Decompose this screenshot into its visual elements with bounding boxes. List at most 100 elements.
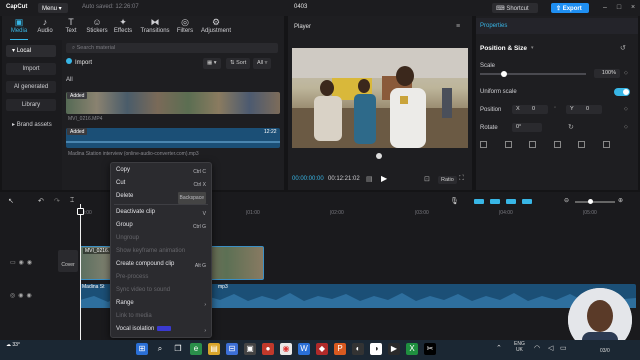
scale-value-field[interactable]: 100% — [594, 69, 620, 78]
playhead-handle[interactable] — [77, 208, 84, 215]
app-icon[interactable]: ● — [262, 343, 274, 355]
import-button[interactable]: Import — [66, 58, 92, 66]
audio-track-controls[interactable]: ◎◉◉ — [10, 292, 35, 299]
export-button[interactable]: ⇪ Export — [551, 3, 589, 13]
redo-icon[interactable]: ↷ — [54, 197, 60, 205]
edge-icon[interactable]: e — [190, 343, 202, 355]
play-icon[interactable]: ▶ — [381, 174, 387, 183]
language-indicator[interactable]: ENG UK — [514, 341, 525, 353]
app-icon[interactable]: ◆ — [316, 343, 328, 355]
keyframe-icon[interactable]: ◇ — [624, 106, 628, 112]
app-icon[interactable]: ▣ — [244, 343, 256, 355]
tab-effects[interactable]: ✦ Effects — [110, 17, 136, 39]
zoom-out-icon[interactable]: ⊖ — [564, 197, 569, 204]
zoom-in-icon[interactable]: ⊕ — [618, 197, 623, 204]
align-top-icon[interactable] — [553, 141, 561, 148]
keyframe-icon[interactable]: ◇ — [624, 124, 628, 130]
weather-widget[interactable]: ☁ 33° — [6, 342, 20, 348]
position-y-field[interactable]: Y0 — [566, 105, 602, 114]
menu-item-range[interactable]: Range › — [114, 297, 208, 309]
link-clips-icon[interactable] — [474, 199, 484, 204]
menu-item-cut[interactable]: Cut Ctrl X — [114, 177, 208, 189]
menu-item-group[interactable]: Group Ctrl G — [114, 219, 208, 231]
align-right-icon[interactable] — [529, 141, 537, 148]
playhead[interactable] — [80, 204, 81, 340]
tab-adjustment[interactable]: ⚙ Adjustment — [198, 17, 234, 39]
capcut-taskbar-icon[interactable]: ✂ — [424, 343, 436, 355]
app-icon[interactable]: ◑ — [370, 343, 382, 355]
view-toggle-button[interactable]: ▦ ▾ — [203, 58, 221, 69]
cover-button[interactable]: Cover — [58, 250, 78, 272]
video-track-controls[interactable]: ▭◉◉ — [10, 259, 35, 266]
tray-chevron-icon[interactable]: ⌃ — [496, 344, 502, 352]
close-icon[interactable]: × — [628, 3, 638, 13]
magnet-icon[interactable] — [490, 199, 500, 204]
timecode-list-icon[interactable]: ▤ — [366, 175, 373, 183]
sidebar-item-library[interactable]: Library — [6, 99, 56, 111]
shortcut-button[interactable]: ⌨ Shortcut — [492, 3, 538, 13]
tab-audio[interactable]: ♪ Audio — [32, 17, 58, 39]
tab-transitions[interactable]: ⧓ Transitions — [138, 17, 172, 39]
sidebar-item-brand-assets[interactable]: ▸ Brand assets — [6, 119, 56, 131]
zoom-slider-handle[interactable] — [588, 199, 593, 204]
volume-icon[interactable]: ◁ — [548, 344, 553, 352]
app-icon[interactable]: ◐ — [352, 343, 364, 355]
scale-slider-track[interactable] — [480, 73, 586, 75]
zoom-slider[interactable] — [575, 201, 615, 203]
sidebar-item-local[interactable]: ▾ Local — [6, 45, 56, 57]
uniform-scale-toggle[interactable] — [614, 88, 630, 96]
preview-axis-icon[interactable] — [506, 199, 516, 204]
fit-screen-icon[interactable]: ⊡ — [424, 175, 430, 183]
rotate-icon[interactable]: ↻ — [568, 123, 574, 131]
rotate-value-field[interactable]: 0° — [512, 123, 542, 132]
task-view-icon[interactable]: ❐ — [172, 343, 184, 355]
scale-slider-handle[interactable] — [501, 71, 507, 77]
fullscreen-icon[interactable]: ⛶ — [459, 175, 464, 183]
video-clip-thumbnail[interactable] — [66, 92, 280, 114]
file-explorer-icon[interactable]: ▤ — [208, 343, 220, 355]
start-icon[interactable]: ⊞ — [136, 343, 148, 355]
linkage-icon[interactable] — [522, 199, 532, 204]
align-middle-icon[interactable] — [578, 141, 586, 148]
tab-stickers[interactable]: ☺ Stickers — [84, 17, 110, 39]
tab-filters[interactable]: ◎ Filters — [172, 17, 198, 39]
tab-media[interactable]: ▣ Media — [6, 17, 32, 41]
menu-button[interactable]: Menu ▾ — [38, 3, 68, 13]
position-x-field[interactable]: X0 — [512, 105, 548, 114]
ratio-button[interactable]: Ratio — [438, 176, 457, 184]
reset-icon[interactable]: ↺ — [620, 44, 626, 52]
menu-item-vocal-isolation[interactable]: Vocal isolation › — [114, 323, 208, 335]
search-input[interactable]: ⌕ Search material — [66, 43, 278, 53]
sidebar-item-import[interactable]: Import — [6, 63, 56, 75]
align-center-icon[interactable] — [504, 141, 512, 148]
menu-item-deactivate-clip[interactable]: Deactivate clip V — [114, 206, 208, 218]
player-menu-icon[interactable]: ≡ — [456, 23, 460, 30]
menu-item-copy[interactable]: Copy Ctrl C — [114, 164, 208, 176]
sort-button[interactable]: ⇅ Sort — [226, 58, 251, 69]
undo-icon[interactable]: ↶ — [38, 197, 44, 205]
sidebar-item-ai-generated[interactable]: AI generated — [6, 81, 56, 93]
menu-item-delete[interactable]: Delete Backspace — [114, 190, 208, 204]
menu-item-create-compound-clip[interactable]: Create compound clip Alt G — [114, 258, 208, 270]
select-tool-icon[interactable]: ↖ — [8, 197, 14, 205]
excel-icon[interactable]: X — [406, 343, 418, 355]
chrome-icon[interactable]: ◉ — [280, 343, 292, 355]
align-left-icon[interactable] — [480, 141, 487, 148]
filter-button[interactable]: All ▿ — [253, 58, 272, 69]
player-video-frame[interactable] — [292, 48, 468, 148]
search-icon[interactable]: ⌕ — [154, 343, 166, 355]
minimize-icon[interactable]: – — [600, 3, 610, 13]
powerpoint-icon[interactable]: P — [334, 343, 346, 355]
battery-icon[interactable]: ▭ — [560, 344, 567, 352]
wifi-icon[interactable]: ◠ — [534, 344, 540, 352]
word-icon[interactable]: W — [298, 343, 310, 355]
keyframe-icon[interactable]: ◇ — [624, 70, 628, 76]
maximize-icon[interactable]: □ — [614, 3, 624, 13]
microphone-icon[interactable]: 🎙 — [450, 197, 459, 205]
tab-text[interactable]: T Text — [58, 17, 84, 39]
split-icon[interactable]: ⌶ — [70, 197, 74, 205]
audio-clip-thumbnail[interactable] — [66, 128, 280, 148]
app-icon[interactable]: ▶ — [388, 343, 400, 355]
store-icon[interactable]: ⊟ — [226, 343, 238, 355]
align-bottom-icon[interactable] — [602, 141, 610, 148]
